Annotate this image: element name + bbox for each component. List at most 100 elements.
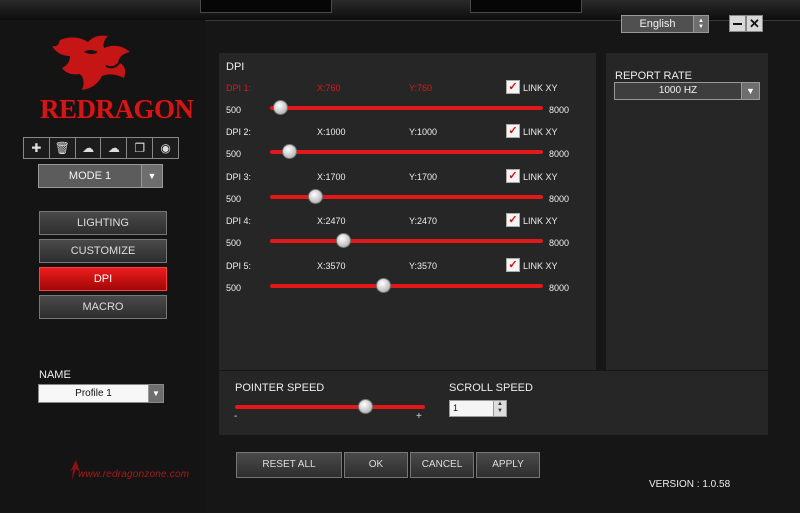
dpi-min-label: 500	[226, 105, 242, 115]
brand-wordmark: REDRAGON	[40, 94, 194, 124]
dpi-row: DPI 2: X:1000 Y:1000 ✓ LINK XY 500 8000	[219, 124, 596, 171]
language-select[interactable]: English ▲ ▼	[621, 15, 709, 33]
scroll-speed-label: SCROLL SPEED	[449, 382, 533, 394]
delete-icon: 🗑	[54, 141, 70, 155]
dpi-row: DPI 4: X:2470 Y:2470 ✓ LINK XY 500 8000	[219, 213, 596, 260]
nav-lighting[interactable]: LIGHTING	[39, 211, 167, 235]
dpi-slider[interactable]	[270, 100, 543, 115]
dpi-slider-thumb[interactable]	[375, 278, 391, 293]
reset-all-button[interactable]: RESET ALL	[236, 452, 342, 478]
dpi-max-label: 8000	[549, 283, 570, 293]
link-xy-checkbox[interactable]: ✓	[506, 169, 520, 183]
language-value: English	[639, 18, 676, 30]
pointer-speed-min: -	[234, 411, 238, 422]
chevron-down-icon[interactable]: ▼	[741, 83, 759, 99]
link-xy-checkbox[interactable]: ✓	[506, 213, 520, 227]
dpi-min-label: 500	[226, 194, 242, 204]
dpi-panel: DPI DPI 1: X:760 Y:760 ✓ LINK XY 500 8000 DPI 2…	[219, 53, 596, 370]
dpi-row: DPI 1: X:760 Y:760 ✓ LINK XY 500 8000	[219, 80, 596, 127]
dpi-title: DPI	[226, 61, 245, 73]
nav-macro[interactable]: MACRO	[39, 295, 167, 319]
dpi-slider[interactable]	[270, 189, 543, 204]
link-xy-label: LINK XY	[523, 83, 558, 93]
app-window: English ▲ ▼ ✕ REDRAGON ✚ 🗑 ☁ ☁ ❐ ◉ MODE 1 ▼ LI…	[0, 0, 800, 513]
export-button[interactable]: ☁	[101, 138, 128, 158]
dpi-max-label: 8000	[549, 105, 570, 115]
spin-up-icon[interactable]: ▲	[494, 401, 506, 408]
profile-value: Profile 1	[39, 385, 148, 402]
cancel-button[interactable]: CANCEL	[410, 452, 474, 478]
apply-button[interactable]: APPLY	[476, 452, 540, 478]
checkmark-icon: ✓	[508, 125, 518, 137]
mode-select[interactable]: MODE 1 ▼	[38, 164, 163, 188]
spinner-arrows-icon[interactable]: ▲ ▼	[693, 16, 708, 32]
dpi-stage-label: DPI 4:	[226, 216, 252, 226]
report-rate-panel: REPORT RATE 1000 HZ ▼	[606, 53, 768, 370]
dpi-slider[interactable]	[270, 278, 543, 293]
checkmark-icon: ✓	[508, 214, 518, 226]
nav-customize[interactable]: CUSTOMIZE	[39, 239, 167, 263]
dpi-slider-thumb[interactable]	[335, 233, 351, 248]
dpi-x-value: X:1000	[317, 127, 346, 137]
dpi-x-value: X:3570	[317, 261, 346, 271]
dpi-y-value: Y:2470	[409, 216, 438, 226]
pointer-speed-label: POINTER SPEED	[235, 382, 325, 394]
dpi-min-label: 500	[226, 283, 242, 293]
speed-panel: POINTER SPEED - + SCROLL SPEED 1 ▲ ▼	[219, 371, 768, 435]
dpi-y-value: Y:1000	[409, 127, 438, 137]
export-icon: ☁	[107, 141, 120, 155]
scroll-speed-spinner[interactable]: ▲ ▼	[493, 401, 506, 416]
link-xy-checkbox[interactable]: ✓	[506, 124, 520, 138]
checkmark-icon: ✓	[508, 170, 518, 182]
dpi-row: DPI 5: X:3570 Y:3570 ✓ LINK XY 500 8000	[219, 258, 596, 305]
profile-select[interactable]: Profile 1 ▼	[38, 384, 164, 403]
website-url[interactable]: www.redragonzone.com	[78, 469, 189, 480]
link-xy-checkbox[interactable]: ✓	[506, 258, 520, 272]
dpi-slider-thumb[interactable]	[307, 189, 323, 204]
add-icon: ✚	[31, 141, 42, 155]
report-rate-select[interactable]: 1000 HZ ▼	[614, 82, 760, 100]
link-xy-label: LINK XY	[523, 216, 558, 226]
link-xy-label: LINK XY	[523, 127, 558, 137]
dpi-x-value: X:1700	[317, 172, 346, 182]
profile-name-label: NAME	[39, 369, 71, 381]
link-xy-label: LINK XY	[523, 172, 558, 182]
dpi-x-value: X:760	[317, 83, 341, 93]
scroll-speed-value: 1	[453, 403, 459, 413]
link-xy-checkbox[interactable]: ✓	[506, 80, 520, 94]
dpi-min-label: 500	[226, 238, 242, 248]
close-button[interactable]: ✕	[746, 15, 763, 32]
dpi-max-label: 8000	[549, 149, 570, 159]
pointer-speed-thumb[interactable]	[358, 399, 374, 414]
dpi-slider-thumb[interactable]	[282, 144, 298, 159]
add-button[interactable]: ✚	[24, 138, 50, 158]
dpi-y-value: Y:3570	[409, 261, 438, 271]
palette-button[interactable]: ◉	[153, 138, 178, 158]
copy-button[interactable]: ❐	[127, 138, 154, 158]
spin-down-icon[interactable]: ▼	[494, 408, 506, 415]
minimize-button[interactable]	[729, 15, 746, 32]
dpi-y-value: Y:1700	[409, 172, 438, 182]
dpi-slider[interactable]	[270, 144, 543, 159]
report-rate-title: REPORT RATE	[615, 70, 693, 82]
dpi-y-value: Y:760	[409, 83, 433, 93]
chevron-down-icon[interactable]: ▼	[141, 165, 162, 187]
version-label: VERSION : 1.0.58	[649, 479, 731, 490]
dpi-slider-thumb[interactable]	[273, 100, 289, 115]
delete-button[interactable]: 🗑	[49, 138, 76, 158]
dpi-x-value: X:2470	[317, 216, 346, 226]
import-button[interactable]: ☁	[75, 138, 102, 158]
checkmark-icon: ✓	[508, 259, 518, 271]
dpi-slider[interactable]	[270, 233, 543, 248]
dpi-min-label: 500	[226, 149, 242, 159]
report-rate-value: 1000 HZ	[615, 83, 741, 99]
ok-button[interactable]: OK	[344, 452, 408, 478]
palette-icon: ◉	[160, 141, 171, 155]
chevron-down-icon[interactable]: ▼	[148, 385, 163, 402]
pointer-speed-slider[interactable]	[235, 399, 425, 414]
dpi-max-label: 8000	[549, 194, 570, 204]
scroll-speed-input[interactable]: 1 ▲ ▼	[449, 400, 507, 417]
profile-toolbar: ✚ 🗑 ☁ ☁ ❐ ◉	[23, 137, 179, 159]
nav-dpi[interactable]: DPI	[39, 267, 167, 291]
dpi-row: DPI 3: X:1700 Y:1700 ✓ LINK XY 500 8000	[219, 169, 596, 216]
